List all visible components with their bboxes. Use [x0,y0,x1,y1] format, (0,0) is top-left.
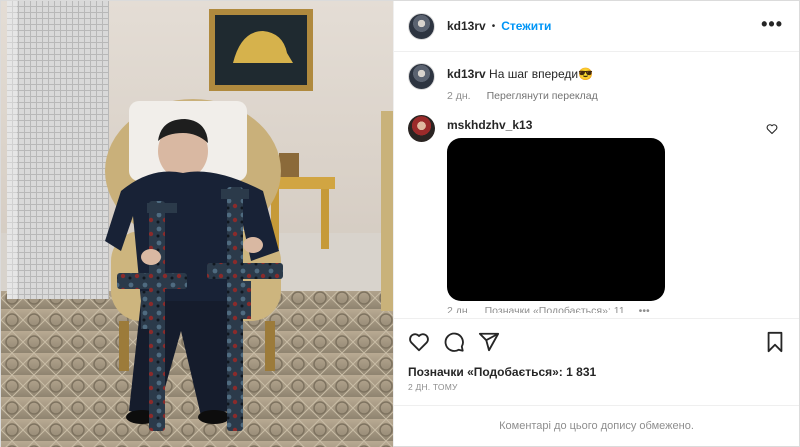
separator-dot: • [491,20,496,32]
commenter-avatar[interactable] [408,115,435,142]
instagram-post-window: kd13rv • Стежити ••• kd13rv На шаг впере… [0,0,800,447]
caption-text: На шаг впереди😎 [489,67,594,81]
comment-icon[interactable] [443,331,465,353]
caption-avatar[interactable] [408,63,435,90]
comments-limited-text: Коментарі до цього допису обмежено. [499,420,694,432]
see-translation-link[interactable]: Переглянути переклад [487,90,598,102]
comment-likes[interactable]: Позначки «Подобається»: 11 [485,305,625,313]
more-options-icon[interactable]: ••• [761,15,783,33]
comment-meta: 2 дн. Позначки «Подобається»: 11 ••• [447,305,665,313]
post-date[interactable]: 2 ДН. ТОМУ [408,382,458,392]
action-icons [408,331,500,353]
caption-time[interactable]: 2 дн. [447,90,471,102]
follow-button[interactable]: Стежити [501,19,551,33]
post-caption: kd13rv На шаг впереди😎 2 дн. Переглянути… [408,63,788,102]
commenter-username[interactable]: mskhdzhv_k13 [447,118,665,132]
caption-body: kd13rv На шаг впереди😎 2 дн. Переглянути… [447,63,598,102]
post-actions: Позначки «Подобається»: 1 831 2 ДН. ТОМУ [394,318,799,418]
post-header: kd13rv • Стежити ••• [394,1,799,52]
author-username[interactable]: kd13rv [447,19,486,33]
heart-icon[interactable] [408,331,430,353]
post-photo[interactable] [1,1,393,447]
comment-media-redacted [447,138,665,301]
bookmark-icon[interactable] [765,331,785,353]
share-icon[interactable] [478,331,500,353]
bookmark-button[interactable] [765,331,785,353]
caption-line: kd13rv На шаг впереди😎 [447,66,598,82]
post-likes-count[interactable]: Позначки «Подобається»: 1 831 [408,365,596,379]
comment-time[interactable]: 2 дн. [447,305,471,313]
comment-item: mskhdzhv_k13 2 дн. Позначки «Подобається… [408,115,788,313]
comments-limited-notice: Коментарі до цього допису обмежено. [394,405,799,446]
photo-illustration [1,1,393,447]
comment-more-icon[interactable]: ••• [639,305,650,313]
author-avatar[interactable] [408,12,435,40]
comment-body: mskhdzhv_k13 2 дн. Позначки «Подобається… [447,115,665,313]
caption-username[interactable]: kd13rv [447,67,486,81]
comment-like-heart-icon[interactable] [766,123,778,135]
caption-meta: 2 дн. Переглянути переклад [447,90,598,102]
post-side-panel: kd13rv • Стежити ••• kd13rv На шаг впере… [393,1,799,446]
